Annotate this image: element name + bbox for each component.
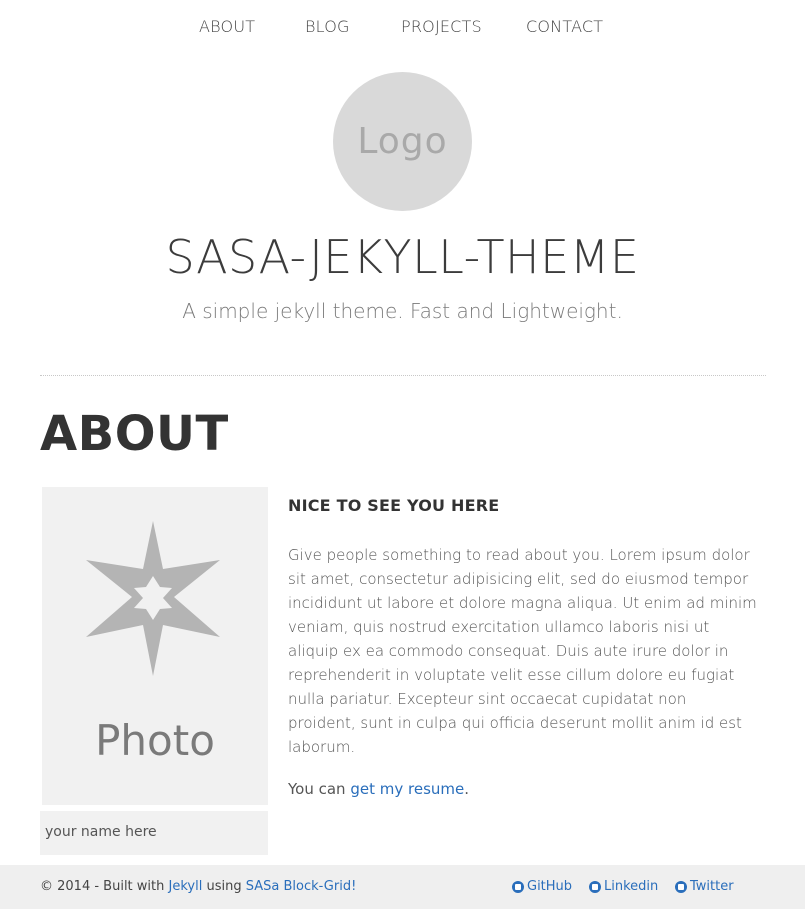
page-title: ABOUT <box>40 406 229 462</box>
site-title[interactable]: SASA-JEKYLL-THEME <box>0 230 805 284</box>
copyright-prefix: © 2014 - Built with <box>40 879 169 894</box>
profile-photo: Photo <box>42 487 268 805</box>
footer-copyright: © 2014 - Built with Jekyll using SASa Bl… <box>40 879 356 894</box>
logo-text: Logo <box>357 121 448 162</box>
nav-item-about[interactable]: ABOUT <box>199 17 255 36</box>
blockgrid-link[interactable]: SASa Block-Grid! <box>246 879 357 894</box>
resume-suffix: . <box>464 780 470 798</box>
copyright-middle: using <box>202 879 246 894</box>
site-footer: © 2014 - Built with Jekyll using SASa Bl… <box>0 865 805 909</box>
nav-item-projects[interactable]: PROJECTS <box>401 17 482 36</box>
header-divider <box>40 375 766 376</box>
linkedin-label: Linkedin <box>604 879 659 894</box>
resume-line: You can get my resume. <box>288 780 469 798</box>
github-icon <box>512 880 524 893</box>
svg-text:Photo: Photo <box>95 716 215 765</box>
github-link[interactable]: GitHub <box>512 879 572 894</box>
nav-item-blog[interactable]: BLOG <box>305 17 350 36</box>
photo-placeholder-label: Photo <box>95 716 215 765</box>
about-body-text: Give people something to read about you.… <box>288 546 757 756</box>
twitter-label: Twitter <box>690 879 734 894</box>
about-subheading: NICE TO SEE YOU HERE <box>288 496 500 515</box>
resume-prefix: You can <box>288 780 351 798</box>
jekyll-link[interactable]: Jekyll <box>169 879 203 894</box>
github-label: GitHub <box>527 879 573 894</box>
twitter-link[interactable]: Twitter <box>675 879 734 894</box>
site-logo[interactable]: Logo <box>333 72 472 211</box>
about-content: NICE TO SEE YOU HERE Give people somethi… <box>288 496 758 798</box>
nav-item-contact[interactable]: CONTACT <box>526 17 603 36</box>
photo-caption: your name here <box>40 811 268 855</box>
top-nav: ABOUT BLOG PROJECTS CONTACT <box>0 0 805 52</box>
site-tagline: A simple jekyll theme. Fast and Lightwei… <box>182 299 623 323</box>
linkedin-icon <box>589 880 601 893</box>
linkedin-link[interactable]: Linkedin <box>589 879 658 894</box>
twitter-icon <box>675 880 687 893</box>
resume-link[interactable]: get my resume <box>350 780 464 798</box>
